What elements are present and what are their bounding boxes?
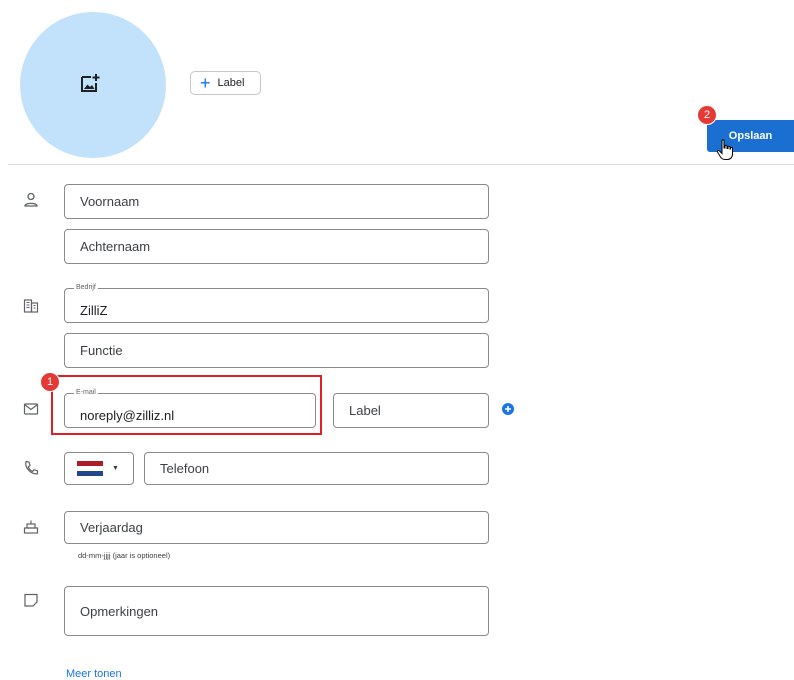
phone-field[interactable]: Telefoon: [144, 452, 489, 485]
birthday-field[interactable]: Verjaardag: [64, 511, 489, 544]
dropdown-arrow-icon: ▼: [112, 465, 119, 472]
cake-icon: [23, 520, 39, 534]
add-label-button[interactable]: + Label: [190, 71, 261, 95]
email-type-field[interactable]: Label: [333, 393, 489, 428]
add-label-text: Label: [217, 77, 245, 89]
save-button-label: Opslaan: [728, 130, 773, 142]
notes-placeholder: Opmerkingen: [80, 603, 159, 619]
company-label: Bedrijf: [74, 283, 98, 293]
note-icon: [24, 593, 38, 607]
add-email-icon[interactable]: [502, 403, 514, 415]
netherlands-flag-icon: [77, 460, 103, 477]
step-badge-1: 1: [40, 372, 60, 392]
first-name-field[interactable]: Voornaam: [64, 184, 489, 219]
hand-cursor-icon: [716, 139, 733, 160]
annotation-highlight-box: [51, 375, 322, 435]
last-name-placeholder: Achternaam: [80, 239, 151, 254]
company-value: ZilliZ: [80, 302, 108, 318]
phone-icon: [25, 460, 39, 475]
country-selector[interactable]: ▼: [64, 452, 134, 485]
birthday-placeholder: Verjaardag: [80, 520, 143, 535]
step-badge-2: 2: [697, 105, 717, 125]
phone-placeholder: Telefoon: [160, 461, 210, 476]
show-more-link[interactable]: Meer tonen: [66, 668, 122, 680]
person-icon: [24, 192, 38, 207]
plus-icon: +: [200, 73, 211, 93]
email-type-placeholder: Label: [349, 403, 381, 418]
last-name-field[interactable]: Achternaam: [64, 229, 489, 264]
email-icon: [23, 403, 39, 415]
first-name-placeholder: Voornaam: [80, 194, 140, 209]
job-title-placeholder: Functie: [80, 343, 123, 358]
header-divider: [8, 164, 794, 165]
job-title-field[interactable]: Functie: [64, 333, 489, 368]
add-photo-icon[interactable]: [79, 72, 101, 94]
building-icon: [23, 299, 39, 313]
notes-field[interactable]: Opmerkingen: [64, 586, 489, 636]
company-field[interactable]: Bedrijf ZilliZ: [64, 283, 489, 323]
birthday-helper-text: dd-mm-jjjj (jaar is optioneel): [78, 551, 171, 560]
